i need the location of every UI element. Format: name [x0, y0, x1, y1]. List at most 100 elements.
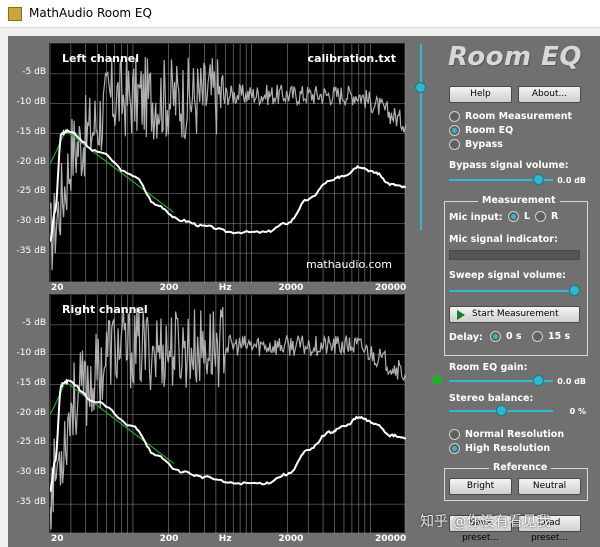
- app-icon: [8, 7, 22, 21]
- measured-response-line: [50, 307, 406, 530]
- mic-input-l[interactable]: L: [508, 211, 530, 222]
- sweep-volume-knob[interactable]: [569, 285, 580, 296]
- stereo-balance-slider[interactable]: [449, 405, 553, 417]
- y-tick-label: -15 dB: [16, 126, 46, 137]
- mode-room-eq[interactable]: Room EQ: [449, 125, 513, 136]
- x-tick-label: Hz: [218, 534, 232, 544]
- bypass-volume-knob[interactable]: [533, 174, 544, 185]
- x-tick-label: 20: [51, 283, 64, 293]
- x-tick-label: 20: [51, 534, 64, 544]
- x-tick-label: 2000: [278, 283, 304, 293]
- y-tick-label: -30 dB: [16, 467, 46, 478]
- start-measurement-button[interactable]: Start Measurement: [449, 306, 580, 323]
- x-tick-label: Hz: [218, 283, 232, 293]
- play-icon: [457, 310, 465, 320]
- normal-resolution-radio[interactable]: Normal Resolution: [449, 429, 564, 440]
- y-tick-label: -35 dB: [16, 497, 46, 508]
- mode-room-measurement[interactable]: Room Measurement: [449, 111, 572, 122]
- x-tick-label: 2000: [278, 534, 304, 544]
- gain-status-icon: [432, 375, 442, 385]
- window-title: MathAudio Room EQ: [29, 6, 152, 20]
- mode-label: Room Measurement: [465, 111, 573, 122]
- stereo-balance-label: Stereo balance:: [449, 393, 534, 404]
- radio-icon: [449, 139, 460, 150]
- delay-0-label: 0 s: [506, 331, 522, 342]
- x-tick-label: 20000: [375, 283, 407, 293]
- room-eq-gain-knob[interactable]: [533, 375, 544, 386]
- output-level-knob[interactable]: [415, 82, 426, 93]
- bypass-volume-slider[interactable]: [449, 174, 553, 186]
- radio-icon: [532, 331, 543, 342]
- high-resolution-radio[interactable]: High Resolution: [449, 443, 550, 454]
- calibration-file-label: calibration.txt: [307, 52, 396, 65]
- radio-icon: [449, 125, 460, 136]
- channel-label: Left channel: [62, 52, 140, 65]
- room-eq-gain-value: 0.0 dB: [557, 377, 586, 386]
- window-titlebar[interactable]: MathAudio Room EQ: [0, 0, 600, 28]
- stereo-balance-value: 0 %: [569, 407, 586, 416]
- y-tick-label: -25 dB: [16, 186, 46, 197]
- delay-0s[interactable]: 0 s: [490, 331, 522, 342]
- y-tick-label: -5 dB: [22, 66, 46, 77]
- radio-icon: [449, 111, 460, 122]
- delay-15-label: 15 s: [548, 331, 571, 342]
- room-eq-gain-label: Room EQ gain:: [449, 362, 528, 373]
- bright-button[interactable]: Bright: [449, 478, 512, 495]
- left-channel-plot: Left channel calibration.txt mathaudio.c…: [49, 43, 406, 283]
- reference-group-title: Reference: [489, 462, 552, 473]
- about-button[interactable]: About...: [518, 86, 581, 103]
- delay-label: Delay:: [449, 332, 483, 343]
- mic-signal-indicator: [449, 250, 580, 260]
- x-tick-label: 20000: [375, 534, 407, 544]
- neutral-button[interactable]: Neutral: [518, 478, 581, 495]
- control-panel: Room EQ Help About... Room Measurement R…: [432, 36, 600, 547]
- channel-label: Right channel: [62, 303, 148, 316]
- help-button[interactable]: Help: [449, 86, 512, 103]
- y-tick-label: -10 dB: [16, 347, 46, 358]
- mic-input-r[interactable]: R: [535, 211, 558, 222]
- output-level-slider[interactable]: [415, 44, 427, 230]
- y-tick-label: -35 dB: [16, 246, 46, 257]
- mic-l-label: L: [524, 211, 531, 222]
- mode-label: Bypass: [465, 139, 503, 150]
- y-tick-label: -20 dB: [16, 407, 46, 418]
- sweep-volume-label: Sweep signal volume:: [449, 270, 566, 281]
- radio-icon: [535, 211, 546, 222]
- right-channel-plot: Right channel: [49, 294, 406, 534]
- resolution-label: High Resolution: [465, 443, 551, 454]
- mic-indicator-label: Mic signal indicator:: [449, 234, 558, 245]
- eq-correction-curve: [50, 378, 406, 493]
- y-tick-label: -10 dB: [16, 96, 46, 107]
- room-eq-gain-slider[interactable]: [449, 375, 553, 387]
- eq-correction-curve: [50, 128, 406, 242]
- y-tick-label: -15 dB: [16, 377, 46, 388]
- app-area: Left channel calibration.txt mathaudio.c…: [8, 36, 600, 547]
- radio-icon: [449, 429, 460, 440]
- measurement-group-title: Measurement: [478, 195, 560, 206]
- start-measurement-label: Start Measurement: [472, 309, 559, 319]
- mode-bypass[interactable]: Bypass: [449, 139, 503, 150]
- mode-label: Room EQ: [465, 125, 514, 136]
- radio-icon: [449, 443, 460, 454]
- y-tick-label: -20 dB: [16, 156, 46, 167]
- watermark-text: 知乎 @你没有看见我: [420, 514, 551, 530]
- bypass-volume-label: Bypass signal volume:: [449, 160, 569, 171]
- stereo-balance-knob[interactable]: [496, 405, 507, 416]
- x-tick-label: 200: [159, 283, 179, 293]
- delay-15s[interactable]: 15 s: [532, 331, 570, 342]
- right-channel-graph: [50, 295, 406, 534]
- y-tick-label: -5 dB: [22, 317, 46, 328]
- brand-label: mathaudio.com: [305, 258, 392, 271]
- y-tick-label: -25 dB: [16, 437, 46, 448]
- sweep-volume-slider[interactable]: [449, 285, 580, 297]
- bypass-volume-value: 0.0 dB: [557, 176, 586, 185]
- target-curve-line: [50, 379, 174, 464]
- room-eq-logo: Room EQ: [448, 42, 582, 72]
- resolution-label: Normal Resolution: [465, 429, 565, 440]
- radio-icon: [490, 331, 501, 342]
- radio-icon: [508, 211, 519, 222]
- mic-input-label: Mic input:: [449, 212, 503, 223]
- x-tick-label: 200: [159, 534, 179, 544]
- mic-r-label: R: [551, 211, 559, 222]
- left-channel-graph: [50, 44, 406, 283]
